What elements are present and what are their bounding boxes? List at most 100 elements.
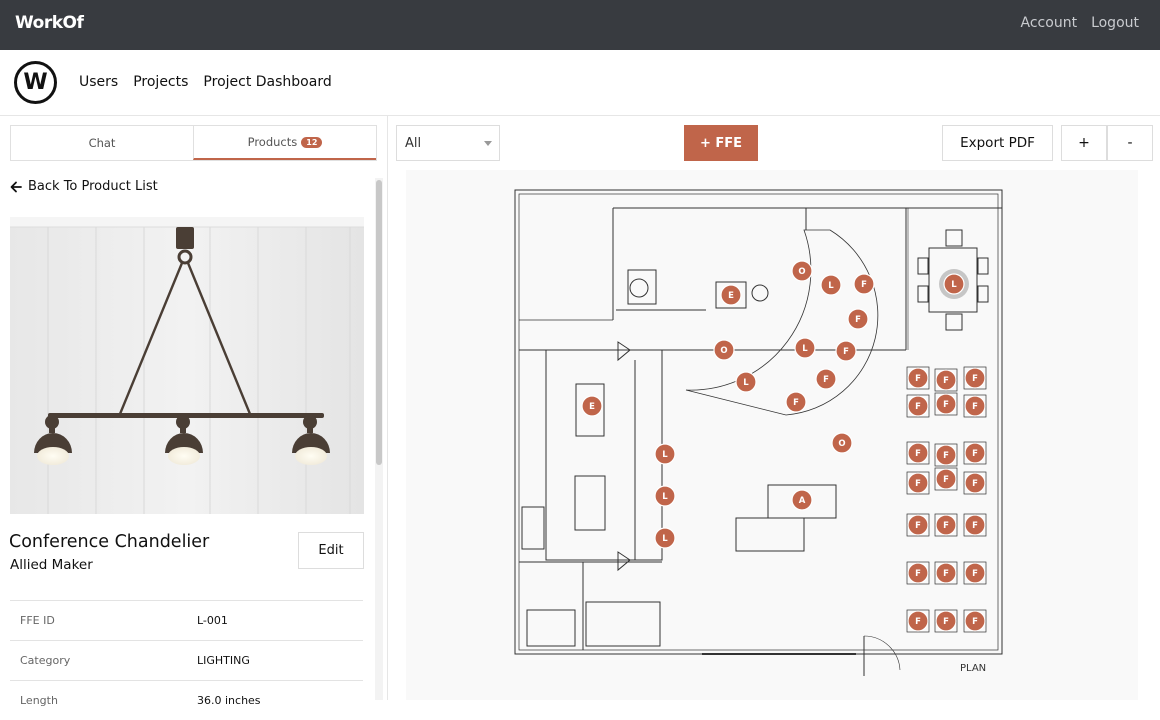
plan-markers: O L F E L F O L F F L F E O L A L L F F F F F F F F F F F F F F F F F F F F F [581,260,986,632]
ffe-marker-f[interactable]: F [907,562,929,584]
ffe-marker-l[interactable]: L [654,443,676,465]
ffe-marker-f[interactable]: F [935,369,957,391]
product-name: Conference Chandelier [9,532,210,552]
tab-products-label: Products [247,135,298,149]
ffe-marker-f[interactable]: F [907,514,929,536]
svg-text:E: E [589,402,595,412]
svg-text:F: F [972,521,978,531]
category-filter-select[interactable]: All [396,125,500,161]
svg-text:F: F [915,521,921,531]
add-ffe-button[interactable]: + FFE [684,125,758,161]
left-panel: Chat Products 12 Back To Product List Co… [0,116,388,707]
top-links: Account Logout [1021,15,1139,31]
ffe-marker-f[interactable]: F [935,610,957,632]
nav-links: Users Projects Project Dashboard [79,74,332,90]
ffe-marker-f[interactable]: F [907,472,929,494]
tab-chat-label: Chat [88,136,116,150]
ffe-marker-l[interactable]: L [654,527,676,549]
ffe-marker-f[interactable]: F [907,367,929,389]
nav-project-dashboard[interactable]: Project Dashboard [203,74,331,90]
ffe-marker-o[interactable]: O [713,339,735,361]
zoom-in-button[interactable]: + [1061,125,1107,161]
svg-text:F: F [972,374,978,384]
svg-text:O: O [720,346,727,356]
svg-text:L: L [662,534,668,544]
table-row: Length 36.0 inches [10,680,363,720]
scrollbar-thumb[interactable] [376,180,382,465]
ffe-marker-o[interactable]: O [831,432,853,454]
spec-label: Category [20,654,71,667]
logout-link[interactable]: Logout [1091,15,1139,31]
ffe-marker-f[interactable]: F [935,393,957,415]
spec-table: FFE ID L-001 Category LIGHTING Length 36… [10,600,363,720]
svg-text:F: F [943,376,949,386]
svg-text:F: F [915,449,921,459]
ffe-marker-f[interactable]: F [964,562,986,584]
svg-text:F: F [915,479,921,489]
ffe-marker-f[interactable]: F [847,308,869,330]
zoom-out-button[interactable]: - [1107,125,1153,161]
svg-text:A: A [799,496,806,506]
ffe-marker-a[interactable]: A [791,489,813,511]
ffe-marker-l[interactable]: L [735,371,757,393]
svg-text:L: L [828,281,834,291]
svg-text:E: E [728,291,734,301]
ffe-marker-f[interactable]: F [785,391,807,413]
svg-text:F: F [943,400,949,410]
product-photo [10,217,364,514]
arrow-left-icon [10,181,22,192]
ffe-marker-f[interactable]: F [835,340,857,362]
ffe-marker-f[interactable]: F [964,395,986,417]
ffe-marker-f[interactable]: F [964,367,986,389]
products-count-badge: 12 [301,136,323,148]
table-row: FFE ID L-001 [10,600,363,640]
ffe-marker-f[interactable]: F [964,472,986,494]
nav-projects[interactable]: Projects [133,74,188,90]
svg-text:F: F [943,475,949,485]
export-pdf-button[interactable]: Export PDF [942,125,1053,161]
spec-label: FFE ID [20,614,55,627]
floor-plan-drawing[interactable]: OL FELFO L FFLFEOLALLF F FF F FF F FF F FF F FF F FF F F … [406,170,1138,700]
ffe-marker-e[interactable]: E [581,395,603,417]
plan-walls [514,189,1003,676]
workof-logo-icon[interactable]: W [14,61,57,104]
table-row: Category LIGHTING [10,640,363,680]
ffe-marker-f[interactable]: F [907,442,929,464]
svg-text:F: F [972,569,978,579]
edit-button[interactable]: Edit [298,532,364,569]
spec-value: 36.0 inches [197,694,261,707]
ffe-marker-e[interactable]: E [720,284,742,306]
ffe-marker-f[interactable]: F [907,610,929,632]
main-nav: W Users Projects Project Dashboard [0,50,1160,116]
account-link[interactable]: Account [1021,15,1078,31]
svg-text:F: F [972,617,978,627]
ffe-marker-f[interactable]: F [935,468,957,490]
brand-logo[interactable]: WorkOf [15,13,84,33]
svg-text:F: F [823,375,829,385]
ffe-marker-f[interactable]: F [935,444,957,466]
ffe-marker-l[interactable]: L [939,269,969,299]
ffe-marker-f[interactable]: F [964,514,986,536]
tab-chat[interactable]: Chat [11,126,193,160]
svg-text:L: L [743,378,749,388]
spec-value: LIGHTING [197,654,250,667]
ffe-marker-l[interactable]: L [820,274,842,296]
svg-text:F: F [843,347,849,357]
svg-text:F: F [972,479,978,489]
ffe-marker-o[interactable]: O [791,260,813,282]
back-to-product-list-link[interactable]: Back To Product List [10,179,158,194]
ffe-marker-f[interactable]: F [935,562,957,584]
tab-products[interactable]: Products 12 [193,126,376,160]
ffe-marker-f[interactable]: F [853,273,875,295]
floor-plan[interactable]: OLFELFOLFFLFEOLALLFFFFFFFFFFFFFFFFFFFFF … [406,170,1138,700]
ffe-marker-f[interactable]: F [907,395,929,417]
nav-users[interactable]: Users [79,74,118,90]
svg-text:F: F [943,521,949,531]
ffe-marker-f[interactable]: F [964,610,986,632]
ffe-marker-l[interactable]: L [654,485,676,507]
ffe-marker-f[interactable]: F [964,442,986,464]
ffe-marker-f[interactable]: F [815,368,837,390]
ffe-marker-f[interactable]: F [935,514,957,536]
ffe-marker-l[interactable]: L [794,337,816,359]
chandelier-image [10,217,364,514]
